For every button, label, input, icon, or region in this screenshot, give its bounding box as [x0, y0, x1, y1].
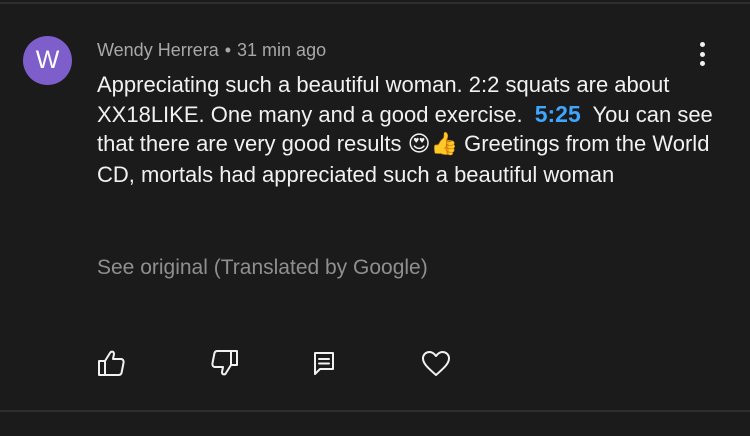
see-original-link[interactable]: See original (Translated by Google) — [97, 254, 428, 282]
dislike-button[interactable] — [208, 347, 242, 379]
bottom-divider — [0, 410, 750, 412]
comment-text: Appreciating such a beautiful woman. 2:2… — [97, 70, 717, 189]
comment-meta: Wendy Herrera • 31 min ago — [97, 38, 326, 62]
thumbs-down-icon — [211, 350, 238, 376]
kebab-dot — [699, 61, 705, 66]
heart-button[interactable] — [419, 347, 453, 379]
avatar[interactable]: W — [23, 36, 72, 85]
more-options-icon[interactable] — [692, 40, 712, 68]
meta-separator: • — [224, 40, 232, 60]
comment-time[interactable]: 31 min ago — [237, 40, 326, 60]
heart-icon — [422, 351, 450, 376]
kebab-dot — [699, 51, 705, 57]
comment-text-part-1: Appreciating such a beautiful woman. 2:2… — [97, 72, 670, 127]
kebab-dot — [699, 42, 705, 47]
reply-comment-icon — [314, 352, 334, 375]
timestamp-link[interactable]: 5:25 — [535, 101, 581, 127]
reply-button[interactable] — [307, 347, 341, 379]
thumbs-up-icon — [98, 350, 125, 376]
top-divider — [0, 2, 750, 4]
like-button[interactable] — [94, 347, 128, 379]
avatar-letter: W — [35, 46, 60, 74]
emoji-heart-eyes-thumbs-up: 😍👍 — [407, 132, 458, 157]
author-name[interactable]: Wendy Herrera — [97, 40, 219, 60]
